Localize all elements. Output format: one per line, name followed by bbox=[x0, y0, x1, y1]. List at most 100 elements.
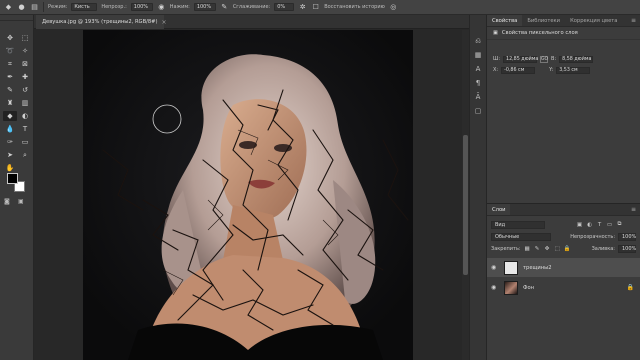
options-bar: ◆ ● ▤ Режим: Кисть Непрозр.: 100% ◉ Нажи… bbox=[0, 0, 640, 15]
lasso-tool-icon[interactable]: ➰ bbox=[3, 46, 17, 56]
paragraph-panel-icon[interactable]: ¶ bbox=[476, 79, 480, 87]
tab-libraries[interactable]: Библиотеки bbox=[522, 15, 565, 26]
filter-smart-object-icon[interactable]: ⧉ bbox=[616, 221, 623, 228]
tab-layers[interactable]: Слои bbox=[487, 204, 511, 215]
layer-opacity-field[interactable]: 100% bbox=[618, 232, 636, 241]
close-icon[interactable]: × bbox=[162, 19, 167, 26]
properties-tab-bar: Свойства Библиотеки Коррекция цвета ≡ bbox=[487, 15, 640, 27]
layer-name[interactable]: Фон bbox=[523, 285, 534, 291]
filter-pixel-icon[interactable]: ▣ bbox=[576, 221, 583, 228]
x-field[interactable]: -0,86 см bbox=[501, 66, 536, 74]
screen-mode-icon[interactable]: ▣ bbox=[18, 198, 24, 205]
right-panel-dock: Свойства Библиотеки Коррекция цвета ≡ ▣ … bbox=[487, 15, 640, 360]
height-field[interactable]: 8,58 дюйма bbox=[559, 55, 594, 63]
position-row: X: -0,86 см Y: 3,53 см bbox=[493, 66, 591, 74]
dodge-tool-icon[interactable]: ◐ bbox=[18, 111, 32, 121]
healing-brush-tool-icon[interactable]: ✚ bbox=[18, 72, 32, 82]
size-row: Ш: 12,85 дюйма GO В: 8,58 дюйма bbox=[493, 55, 594, 63]
brush-preset-picker-icon[interactable]: ● bbox=[17, 3, 26, 12]
lock-artboard-icon[interactable]: ⬚ bbox=[554, 245, 561, 252]
layers-panel: Слои ≡ Вид ▣ ◐ T ▭ ⧉ Обычные Непрозрачно… bbox=[487, 203, 640, 360]
history-panel-icon[interactable]: ⎌ bbox=[475, 37, 481, 45]
tab-properties[interactable]: Свойства bbox=[487, 15, 523, 26]
document-tab[interactable]: Девушка.jpg @ 193% (трещины2, RGB/8#) × bbox=[36, 15, 167, 29]
swatches-panel-icon[interactable]: ▦ bbox=[475, 51, 482, 59]
fill-field[interactable]: 100% bbox=[618, 244, 636, 253]
layer-filter-select[interactable]: Вид bbox=[491, 220, 545, 229]
move-tool-icon[interactable]: ✥ bbox=[3, 33, 17, 43]
restore-history-checkbox[interactable]: ☐ bbox=[311, 3, 320, 12]
document-canvas[interactable] bbox=[83, 30, 413, 360]
filter-type-icon[interactable]: T bbox=[596, 221, 603, 228]
clone-stamp-tool-icon[interactable]: ♜ bbox=[3, 98, 17, 108]
gradient-tool-icon[interactable]: ▥ bbox=[18, 98, 32, 108]
opacity-field[interactable]: 100% bbox=[130, 3, 153, 11]
glyphs-panel-icon[interactable]: Ã bbox=[476, 93, 481, 101]
canvas-workspace[interactable] bbox=[35, 30, 463, 360]
scrollbar-thumb[interactable] bbox=[463, 135, 468, 275]
path-selection-tool-icon[interactable]: ➤ bbox=[3, 150, 17, 160]
height-label: В: bbox=[551, 56, 557, 62]
lock-transparent-icon[interactable]: ▦ bbox=[524, 245, 531, 252]
eraser-tool-preset-icon[interactable]: ◆ bbox=[4, 3, 13, 12]
vertical-scrollbar[interactable] bbox=[462, 30, 469, 360]
smoothing-field[interactable]: 0% bbox=[274, 3, 295, 11]
panel-menu-icon[interactable]: ≡ bbox=[631, 15, 640, 26]
history-brush-tool-icon[interactable]: ↺ bbox=[18, 85, 32, 95]
x-label: X: bbox=[493, 67, 499, 73]
opacity-label: Непрозр.: bbox=[101, 4, 127, 10]
y-label: Y: bbox=[549, 67, 554, 73]
rectangle-tool-icon[interactable]: ▭ bbox=[18, 137, 32, 147]
eyedropper-tool-icon[interactable]: ✒ bbox=[3, 72, 17, 82]
lock-label: Закрепить: bbox=[491, 245, 521, 252]
character-panel-icon[interactable]: A bbox=[476, 65, 481, 73]
tab-adjustments[interactable]: Коррекция цвета bbox=[565, 15, 622, 26]
filter-adjustment-icon[interactable]: ◐ bbox=[586, 221, 593, 228]
filter-shape-icon[interactable]: ▭ bbox=[606, 221, 613, 228]
blend-mode-select[interactable]: Обычные bbox=[491, 232, 551, 241]
styles-panel-icon[interactable]: ▢ bbox=[475, 107, 482, 115]
blur-tool-icon[interactable]: 💧 bbox=[3, 124, 17, 134]
eraser-tool-icon[interactable]: ◆ bbox=[3, 111, 17, 121]
document-tab-bar: Девушка.jpg @ 193% (трещины2, RGB/8#) × bbox=[0, 15, 486, 29]
pressure-opacity-icon[interactable]: ◉ bbox=[157, 3, 166, 12]
pen-tool-icon[interactable]: ✑ bbox=[3, 137, 17, 147]
lock-pixels-icon[interactable]: ✎ bbox=[534, 245, 541, 252]
layer-name[interactable]: трещины2 bbox=[523, 265, 552, 271]
flow-field[interactable]: 100% bbox=[193, 3, 216, 11]
layer-filter-row: Вид ▣ ◐ T ▭ ⧉ bbox=[491, 220, 636, 229]
visibility-eye-icon[interactable]: ◉ bbox=[491, 264, 499, 271]
mode-select[interactable]: Кисть bbox=[71, 3, 98, 11]
mode-label: Режим: bbox=[48, 4, 68, 10]
width-field[interactable]: 12,85 дюйма bbox=[503, 55, 538, 63]
hand-tool-icon[interactable]: ✋ bbox=[3, 163, 17, 173]
lock-all-icon[interactable]: 🔒 bbox=[564, 245, 571, 252]
layer-thumbnail bbox=[504, 280, 518, 295]
foreground-color-swatch[interactable] bbox=[7, 173, 18, 184]
layer-row-cracks[interactable]: ◉ трещины2 bbox=[487, 258, 640, 277]
y-field[interactable]: 3,53 см bbox=[556, 66, 591, 74]
quick-mask-icon[interactable]: ◙ bbox=[4, 198, 10, 205]
photo-artwork bbox=[83, 30, 413, 360]
visibility-eye-icon[interactable]: ◉ bbox=[491, 284, 499, 291]
type-tool-icon[interactable]: T bbox=[18, 124, 32, 134]
lock-icon: 🔒 bbox=[626, 284, 634, 291]
tools-panel-grip[interactable] bbox=[0, 15, 33, 21]
pixel-layer-icon: ▣ bbox=[493, 30, 498, 36]
layer-opacity-label: Непрозрачность: bbox=[570, 233, 615, 240]
gear-icon[interactable]: ✲ bbox=[298, 3, 307, 12]
pressure-size-icon[interactable]: ◎ bbox=[389, 3, 398, 12]
frame-tool-icon[interactable]: ⊠ bbox=[18, 59, 32, 69]
quick-selection-tool-icon[interactable]: ✧ bbox=[18, 46, 32, 56]
crop-tool-icon[interactable]: ⌗ bbox=[3, 59, 17, 69]
link-dimensions-icon[interactable]: GO bbox=[540, 55, 548, 63]
marquee-tool-icon[interactable]: ⬚ bbox=[18, 33, 32, 43]
layer-row-background[interactable]: ◉ Фон 🔒 bbox=[487, 278, 640, 297]
airbrush-icon[interactable]: ✎ bbox=[220, 3, 229, 12]
brush-tool-icon[interactable]: ✎ bbox=[3, 85, 17, 95]
divider bbox=[43, 2, 44, 12]
zoom-tool-icon[interactable]: ⌕ bbox=[18, 150, 32, 160]
brush-settings-icon[interactable]: ▤ bbox=[30, 3, 39, 12]
lock-position-icon[interactable]: ✥ bbox=[544, 245, 551, 252]
layers-menu-icon[interactable]: ≡ bbox=[631, 204, 640, 215]
